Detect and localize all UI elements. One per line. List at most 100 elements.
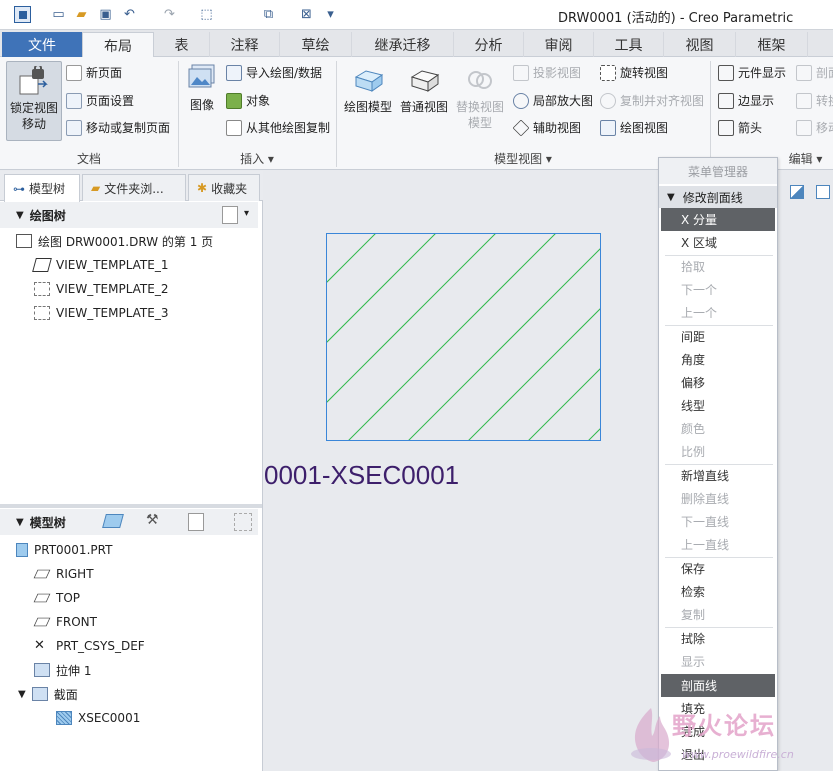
menu-item-copy[interactable]: 复制 xyxy=(661,603,775,626)
copy-align-view-button[interactable]: 复制并对齐视图 xyxy=(600,92,704,109)
import-drawing-button[interactable]: 导入绘图/数据 xyxy=(226,64,322,81)
tree-item-xsec[interactable]: XSEC0001 xyxy=(56,707,140,729)
close-windows-icon[interactable]: ⊠ xyxy=(298,6,315,23)
menu-item-hatch[interactable]: 剖面线 xyxy=(661,674,775,697)
tab-sketch[interactable]: 草绘 xyxy=(280,32,352,57)
group-label-edit[interactable]: 编辑 ▾ xyxy=(778,150,833,167)
drawing-tree-header[interactable]: ▼ 绘图树 ▾ xyxy=(0,202,258,228)
component-display-button[interactable]: 元件显示 xyxy=(718,64,786,81)
tree-item-extrude[interactable]: 拉伸 1 xyxy=(34,659,91,681)
tree-item-right-plane[interactable]: RIGHT xyxy=(33,563,94,585)
tab-tools[interactable]: 工具 xyxy=(594,32,664,57)
menu-item-angle[interactable]: 角度 xyxy=(661,348,775,371)
new-file-icon[interactable]: ▭ xyxy=(50,6,67,23)
tree-item-front-plane[interactable]: FRONT xyxy=(33,611,97,633)
menu-item-scale[interactable]: 比例 xyxy=(661,440,775,463)
dropdown-arrow-icon[interactable]: ▾ xyxy=(244,208,249,219)
tab-model-tree[interactable]: ⊶ 模型树 xyxy=(4,174,80,202)
redo-icon[interactable]: ↷ xyxy=(161,6,178,23)
edge-display-button[interactable]: 边显示 xyxy=(718,92,774,109)
tab-file[interactable]: 文件 xyxy=(2,32,82,57)
drawing-view-button[interactable]: 绘图视图 xyxy=(600,119,668,136)
new-page-button[interactable]: 新页面 xyxy=(66,64,122,81)
object-button[interactable]: 对象 xyxy=(226,92,270,109)
menu-item-spacing[interactable]: 间距 xyxy=(661,325,775,348)
menu-item-show[interactable]: 显示 xyxy=(661,650,775,673)
tree-item-drawing-page[interactable]: 绘图 DRW0001.DRW 的第 1 页 xyxy=(16,230,213,252)
tree-item-view-template-1[interactable]: VIEW_TEMPLATE_1 xyxy=(32,254,168,276)
lock-icon xyxy=(19,66,48,95)
menu-item-x-area[interactable]: X 区域 xyxy=(661,231,775,254)
undo-icon[interactable]: ↶ xyxy=(121,6,138,23)
group-label-model-views[interactable]: 模型视图 ▾ xyxy=(336,150,710,167)
section-view-label[interactable]: 0001-XSEC0001 xyxy=(264,460,459,491)
tab-review[interactable]: 审阅 xyxy=(524,32,594,57)
image-button[interactable]: 图像 xyxy=(184,63,220,113)
hatched-section-view[interactable] xyxy=(326,233,602,443)
tab-annotate[interactable]: 注释 xyxy=(210,32,280,57)
tree-item-view-template-2[interactable]: VIEW_TEMPLATE_2 xyxy=(34,278,168,300)
lock-view-move-button[interactable]: 锁定视图 移动 xyxy=(6,61,62,141)
menu-item-color[interactable]: 颜色 xyxy=(661,417,775,440)
tree-item-sections[interactable]: ▼ 截面 xyxy=(18,683,78,705)
group-separator xyxy=(710,61,711,167)
menu-item-erase[interactable]: 拭除 xyxy=(661,627,775,650)
copy-from-other-button[interactable]: 从其他绘图复制 xyxy=(226,119,330,136)
replace-view-model-button[interactable]: 替换视图 模型 xyxy=(453,65,507,131)
section-button[interactable]: 剖面 xyxy=(796,64,833,81)
menu-item-retrieve[interactable]: 检索 xyxy=(661,580,775,603)
window-icon[interactable]: ⧉ xyxy=(260,6,277,23)
menu-item-next-line[interactable]: 下一直线 xyxy=(661,510,775,533)
tab-frame[interactable]: 框架 xyxy=(736,32,808,57)
view-box-icon[interactable] xyxy=(816,185,830,199)
tab-folder-browser[interactable]: ▰ 文件夹浏... xyxy=(82,174,186,201)
menu-item-delete-line[interactable]: 删除直线 xyxy=(661,487,775,510)
model-tree-header[interactable]: ▼ 模型树 ⚒ xyxy=(0,509,258,535)
arrow-button[interactable]: 箭头 xyxy=(718,119,762,136)
panel-splitter[interactable] xyxy=(0,504,262,508)
tree-item-csys[interactable]: ✕ PRT_CSYS_DEF xyxy=(34,635,145,657)
tree-item-part[interactable]: PRT0001.PRT xyxy=(16,539,112,561)
auxiliary-view-button[interactable]: 辅助视图 xyxy=(512,119,581,136)
tab-table[interactable]: 表 xyxy=(154,32,210,57)
projection-view-button[interactable]: 投影视图 xyxy=(513,64,581,81)
drawing-model-button[interactable]: 绘图模型 xyxy=(340,65,396,115)
tab-layout[interactable]: 布局 xyxy=(82,32,154,58)
menu-item-add-line[interactable]: 新增直线 xyxy=(661,464,775,487)
display-style-icon[interactable] xyxy=(790,185,804,199)
revolved-view-button[interactable]: 旋转视图 xyxy=(600,64,668,81)
tab-legacy-migration[interactable]: 继承迁移 xyxy=(352,32,454,57)
convert-button[interactable]: 转换 xyxy=(796,92,833,109)
move-button[interactable]: 移动 xyxy=(796,119,833,136)
tree-filter-icon[interactable] xyxy=(234,513,252,531)
general-view-button[interactable]: 普通视图 xyxy=(398,65,450,115)
menu-item-line-style[interactable]: 线型 xyxy=(661,394,775,417)
menu-item-save[interactable]: 保存 xyxy=(661,557,775,580)
modify-xhatch-header[interactable]: ▼ 修改剖面线 xyxy=(659,186,777,208)
move-copy-page-button[interactable]: 移动或复制页面 xyxy=(66,119,170,136)
tree-item-label: TOP xyxy=(56,591,81,605)
model-display-icon[interactable] xyxy=(102,514,124,528)
group-label-insert[interactable]: 插入 ▾ xyxy=(178,150,336,167)
customize-toolbar-icon[interactable]: ▾ xyxy=(322,6,339,23)
open-folder-icon[interactable]: ▰ xyxy=(73,6,90,23)
menu-item-next[interactable]: 下一个 xyxy=(661,278,775,301)
tab-favorites[interactable]: ✱ 收藏夹 xyxy=(188,174,260,201)
page-setup-button[interactable]: 页面设置 xyxy=(66,92,134,109)
tree-item-top-plane[interactable]: TOP xyxy=(33,587,81,609)
select-box-icon[interactable]: ⬚ xyxy=(198,6,215,23)
menu-item-pick[interactable]: 拾取 xyxy=(661,255,775,278)
save-icon[interactable]: ▣ xyxy=(97,6,114,23)
collapse-icon[interactable]: ▼ xyxy=(18,689,26,700)
tab-analysis[interactable]: 分析 xyxy=(454,32,524,57)
detail-view-button[interactable]: 局部放大图 xyxy=(513,92,593,109)
menu-item-previous-line[interactable]: 上一直线 xyxy=(661,533,775,556)
tools-icon[interactable]: ⚒ xyxy=(146,512,159,528)
menu-item-x-component[interactable]: X 分量 xyxy=(661,208,775,231)
tab-view[interactable]: 视图 xyxy=(664,32,736,57)
tree-item-view-template-3[interactable]: VIEW_TEMPLATE_3 xyxy=(34,302,168,324)
menu-item-previous[interactable]: 上一个 xyxy=(661,301,775,324)
tree-settings-icon[interactable] xyxy=(188,513,204,531)
menu-item-offset[interactable]: 偏移 xyxy=(661,371,775,394)
tree-settings-icon[interactable] xyxy=(222,206,238,224)
